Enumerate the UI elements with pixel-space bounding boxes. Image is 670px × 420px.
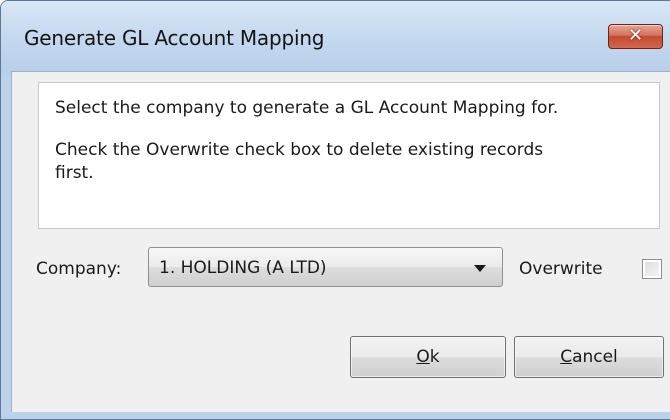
title-bar[interactable]: Generate GL Account Mapping ✕ xyxy=(1,1,670,75)
close-button[interactable]: ✕ xyxy=(608,24,663,49)
cancel-button[interactable]: Cancel xyxy=(514,336,664,378)
dropdown-arrow-icon xyxy=(474,265,486,272)
ok-label: k xyxy=(429,347,440,367)
company-dropdown[interactable]: 1. HOLDING (A LTD) xyxy=(148,247,503,287)
dialog-body: Select the company to generate a GL Acco… xyxy=(11,71,670,412)
cancel-label: ancel xyxy=(572,347,618,367)
cancel-mnemonic: C xyxy=(560,347,573,367)
overwrite-label: Overwrite xyxy=(519,259,603,279)
company-selected-value: 1. HOLDING (A LTD) xyxy=(159,258,327,278)
ok-mnemonic: O xyxy=(416,347,430,367)
company-label: Company: xyxy=(36,259,122,279)
instruction-line: Select the company to generate a GL Acco… xyxy=(55,98,559,118)
instruction-line: first. xyxy=(55,163,94,183)
window-title: Generate GL Account Mapping xyxy=(24,26,325,50)
ok-button[interactable]: Ok xyxy=(350,336,506,378)
instruction-line: Check the Overwrite check box to delete … xyxy=(55,140,544,160)
overwrite-checkbox[interactable] xyxy=(642,259,662,279)
instructions-box: Select the company to generate a GL Acco… xyxy=(38,82,660,229)
close-icon: ✕ xyxy=(627,25,644,46)
dialog-window: Generate GL Account Mapping ✕ Select the… xyxy=(0,0,670,420)
